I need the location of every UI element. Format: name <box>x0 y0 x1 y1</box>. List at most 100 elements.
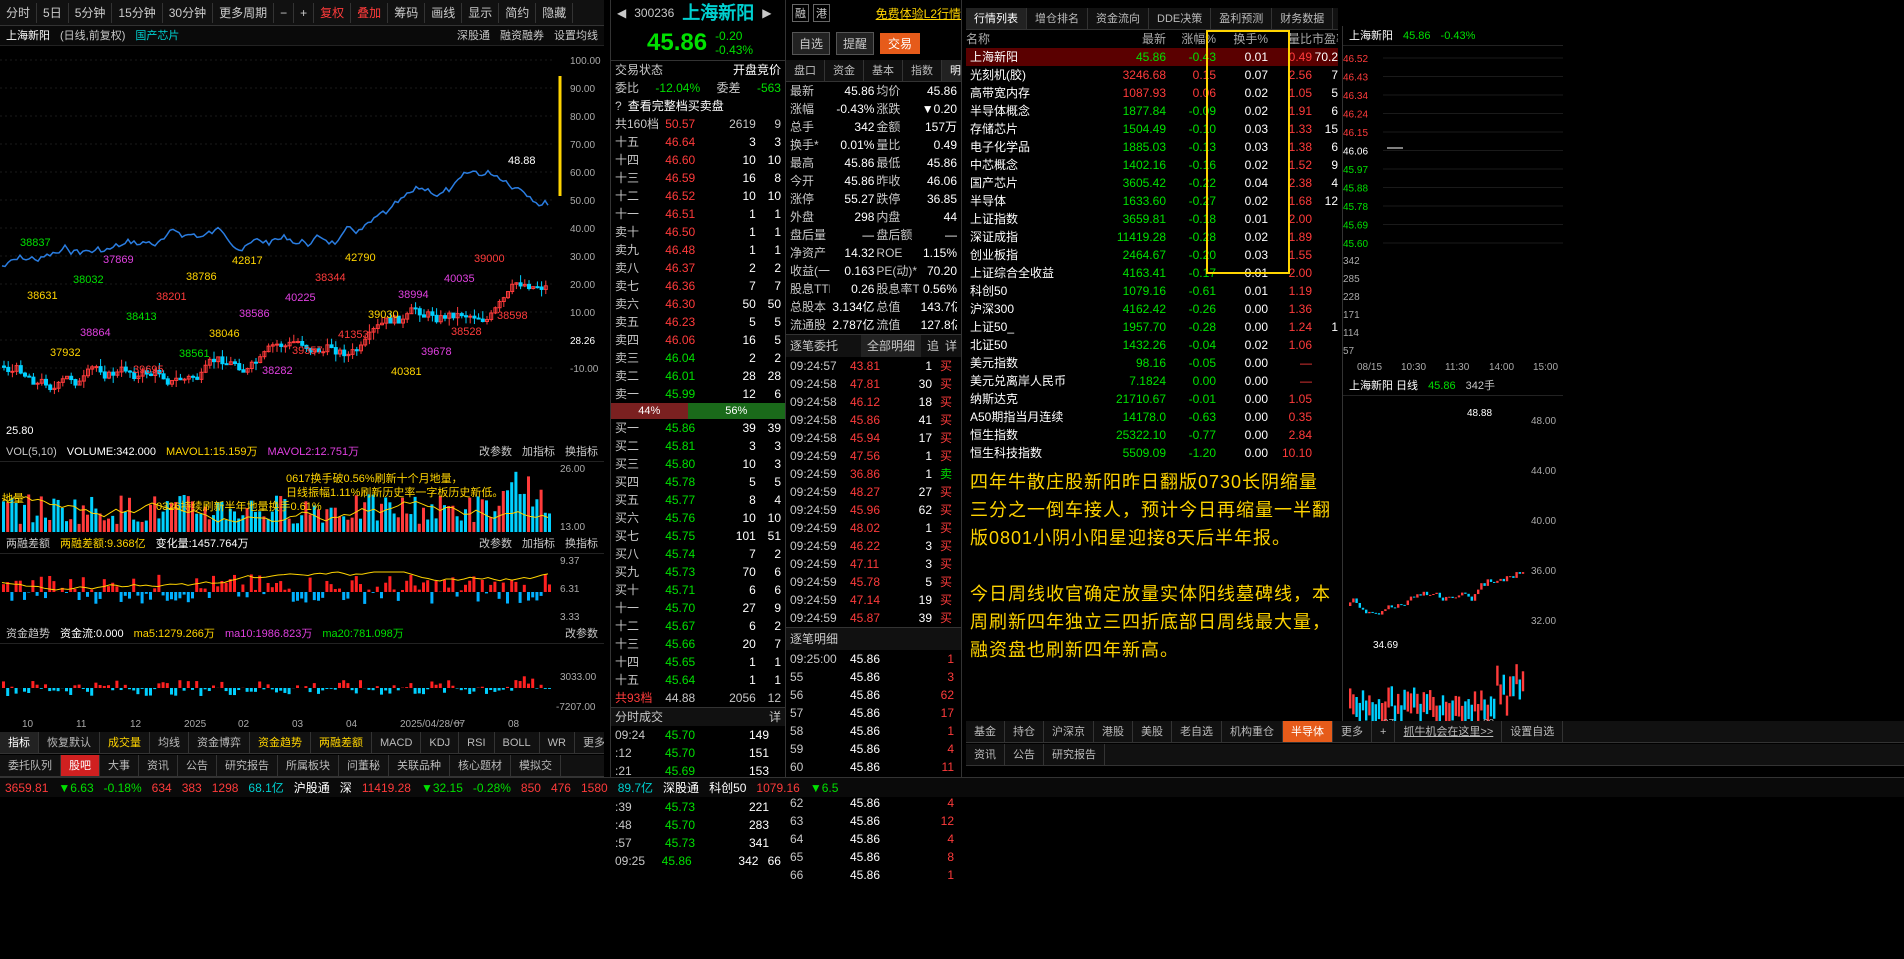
period-5day[interactable]: 5日 <box>37 2 69 23</box>
list-tab[interactable]: 财务数据 <box>1272 8 1334 29</box>
period-fenshi[interactable]: 分时 <box>0 2 38 23</box>
bottom-tab[interactable]: 研究报告 <box>217 755 278 776</box>
list-row[interactable]: 美元指数 98.16 -0.05 0.00 — <box>966 354 1338 372</box>
indicator-tab[interactable]: 指标 <box>0 732 39 753</box>
bottom-tab[interactable]: 公告 <box>178 755 217 776</box>
watchlist-tab[interactable]: 持仓 <box>1005 721 1044 742</box>
trade-button[interactable]: 交易 <box>880 32 921 54</box>
next-icon[interactable]: ▶ <box>762 0 771 26</box>
display-button[interactable]: 显示 <box>462 2 500 23</box>
detail-tab[interactable]: 资金 <box>825 60 864 81</box>
bottom-tab[interactable]: 资讯 <box>139 755 178 776</box>
bottom-tab[interactable]: 所属板块 <box>278 755 339 776</box>
plus-icon[interactable]: + <box>294 2 315 23</box>
list-tab[interactable]: 行情列表 <box>966 8 1027 29</box>
kline-mini-chart[interactable]: 48.0044.0040.0036.0032.0048.8834.690708 <box>1343 396 1563 730</box>
back-icon[interactable]: ◀ <box>617 0 626 26</box>
settings-link[interactable]: 设置自选 <box>1502 721 1564 742</box>
list-row[interactable]: 恒生指数 25322.10 -0.77 0.00 2.84 <box>966 426 1338 444</box>
overlay-button[interactable]: 叠加 <box>351 2 389 23</box>
concept-tag[interactable]: 国产芯片 <box>135 26 179 45</box>
bottom-tab[interactable]: 大事 <box>100 755 139 776</box>
rz-edit[interactable]: 改参数 <box>479 534 512 553</box>
help-icon[interactable]: ? <box>615 97 622 115</box>
indicator-tab[interactable]: WR <box>540 732 575 753</box>
rz-switch[interactable]: 换指标 <box>565 534 598 553</box>
period-30min[interactable]: 30分钟 <box>163 2 214 23</box>
deep-link[interactable]: 深股通 <box>457 26 490 45</box>
indicator-tab[interactable]: BOLL <box>495 732 540 753</box>
list-row[interactable]: 沪深300 4162.42 -0.26 0.00 1.36 <box>966 300 1338 318</box>
zbwt-chase[interactable]: 追 <box>927 335 939 357</box>
intraday-chart[interactable]: 46.52 46.43 46.34 46.24 46.15 46.06 45.97 45.88… <box>1343 46 1563 376</box>
watchlist-tab[interactable]: 沪深京 <box>1044 721 1094 742</box>
watchlist-tab[interactable]: + <box>1372 721 1396 742</box>
detail-tab[interactable]: 明细 <box>942 60 961 81</box>
detail-tab[interactable]: 基本 <box>864 60 903 81</box>
watchlist-tab[interactable]: 美股 <box>1133 721 1172 742</box>
indicator-tab[interactable]: 成交量 <box>100 732 150 753</box>
period-15min[interactable]: 15分钟 <box>112 2 163 23</box>
list-row[interactable]: A50期指当月连续 14178.0 -0.63 0.00 0.35 <box>966 408 1338 426</box>
list-col-head[interactable]: 最新 <box>1106 30 1166 48</box>
list-tab[interactable]: DDE决策 <box>1149 8 1212 29</box>
kline-chart[interactable]: 100.00 90.00 80.00 70.00 60.00 50.00 40.00 30.0… <box>0 46 604 441</box>
bottom-tab[interactable]: 模拟交 <box>511 755 561 776</box>
fuquan-button[interactable]: 复权 <box>314 2 352 23</box>
bottom-tab[interactable]: 关联品种 <box>389 755 450 776</box>
draw-button[interactable]: 画线 <box>425 2 463 23</box>
zj-edit[interactable]: 改参数 <box>565 624 598 643</box>
list-tab[interactable]: 盈利预测 <box>1211 8 1273 29</box>
list-row[interactable]: 恒生科技指数 5509.09 -1.20 0.00 10.10 <box>966 444 1338 462</box>
fs-detail-button[interactable]: 详 <box>769 708 781 726</box>
zbwt-detail[interactable]: 详 <box>945 335 957 357</box>
info-tab[interactable]: 研究报告 <box>1044 744 1105 765</box>
list-row[interactable]: 上证50_ 1957.70 -0.28 0.00 1.24 1 <box>966 318 1338 336</box>
watchlist-tab[interactable]: 机构重仓 <box>1222 721 1283 742</box>
alert-button[interactable]: 提醒 <box>836 31 875 55</box>
list-tab[interactable]: 阶段统计 <box>1333 8 1338 29</box>
watchlist-button[interactable]: 自选 <box>792 31 831 55</box>
margin-link[interactable]: 融资融券 <box>500 26 544 45</box>
zbwt-select[interactable]: 全部明细 <box>860 335 921 357</box>
simple-button[interactable]: 简约 <box>499 2 537 23</box>
rz-add[interactable]: 加指标 <box>522 534 555 553</box>
period-5min[interactable]: 5分钟 <box>69 2 113 23</box>
bottom-tab[interactable]: 委托队列 <box>0 755 61 776</box>
list-col-head[interactable]: 市盈率 <box>1312 30 1338 48</box>
info-tab[interactable]: 资讯 <box>966 744 1005 765</box>
watchlist-tab[interactable]: 港股 <box>1094 721 1133 742</box>
list-col-head[interactable]: 名称 <box>966 30 1106 48</box>
l2-link[interactable]: 免费体验L2行情 <box>876 5 961 22</box>
watchlist-tab[interactable]: 半导体 <box>1283 721 1333 742</box>
vol-add[interactable]: 加指标 <box>522 442 555 461</box>
indicator-tab[interactable]: RSI <box>459 732 495 753</box>
period-more[interactable]: 更多周期 <box>213 2 275 23</box>
watchlist-tab[interactable]: 老自选 <box>1172 721 1222 742</box>
list-row[interactable]: 北证50 1432.26 -0.04 0.02 1.06 <box>966 336 1338 354</box>
indicator-tab[interactable]: 两融差额 <box>311 732 372 753</box>
indicator-tab[interactable]: KDJ <box>421 732 460 753</box>
list-tab[interactable]: 资金流向 <box>1088 8 1149 29</box>
indicator-tab[interactable]: 均线 <box>150 732 189 753</box>
list-row[interactable]: 美元兑离岸人民币 7.1824 0.00 0.00 — <box>966 372 1338 390</box>
ma-settings[interactable]: 设置均线 <box>554 26 598 45</box>
bottom-tab[interactable]: 股吧 <box>61 755 100 776</box>
vol-switch[interactable]: 换指标 <box>565 442 598 461</box>
full-book-link[interactable]: 查看完整档买卖盘 <box>628 97 724 115</box>
watchlist-tab[interactable]: 更多 <box>1333 721 1372 742</box>
hide-button[interactable]: 隐藏 <box>536 2 574 23</box>
chips-button[interactable]: 筹码 <box>388 2 426 23</box>
indicator-tab[interactable]: MACD <box>372 732 422 753</box>
list-tab[interactable]: 增仓排名 <box>1027 8 1088 29</box>
vol-edit[interactable]: 改参数 <box>479 442 512 461</box>
minus-icon[interactable]: − <box>274 2 295 23</box>
list-row[interactable]: 纳斯达克 21710.67 -0.01 0.00 1.05 <box>966 390 1338 408</box>
detail-tab[interactable]: 盘口 <box>786 60 825 81</box>
indicator-tab[interactable]: 更多 <box>575 732 604 753</box>
watchlist-tab[interactable]: 基金 <box>966 721 1005 742</box>
list-row[interactable]: 科创50 1079.16 -0.61 0.01 1.19 <box>966 282 1338 300</box>
info-tab[interactable]: 公告 <box>1005 744 1044 765</box>
bottom-tab[interactable]: 问董秘 <box>339 755 389 776</box>
detail-tab[interactable]: 指数 <box>903 60 942 81</box>
